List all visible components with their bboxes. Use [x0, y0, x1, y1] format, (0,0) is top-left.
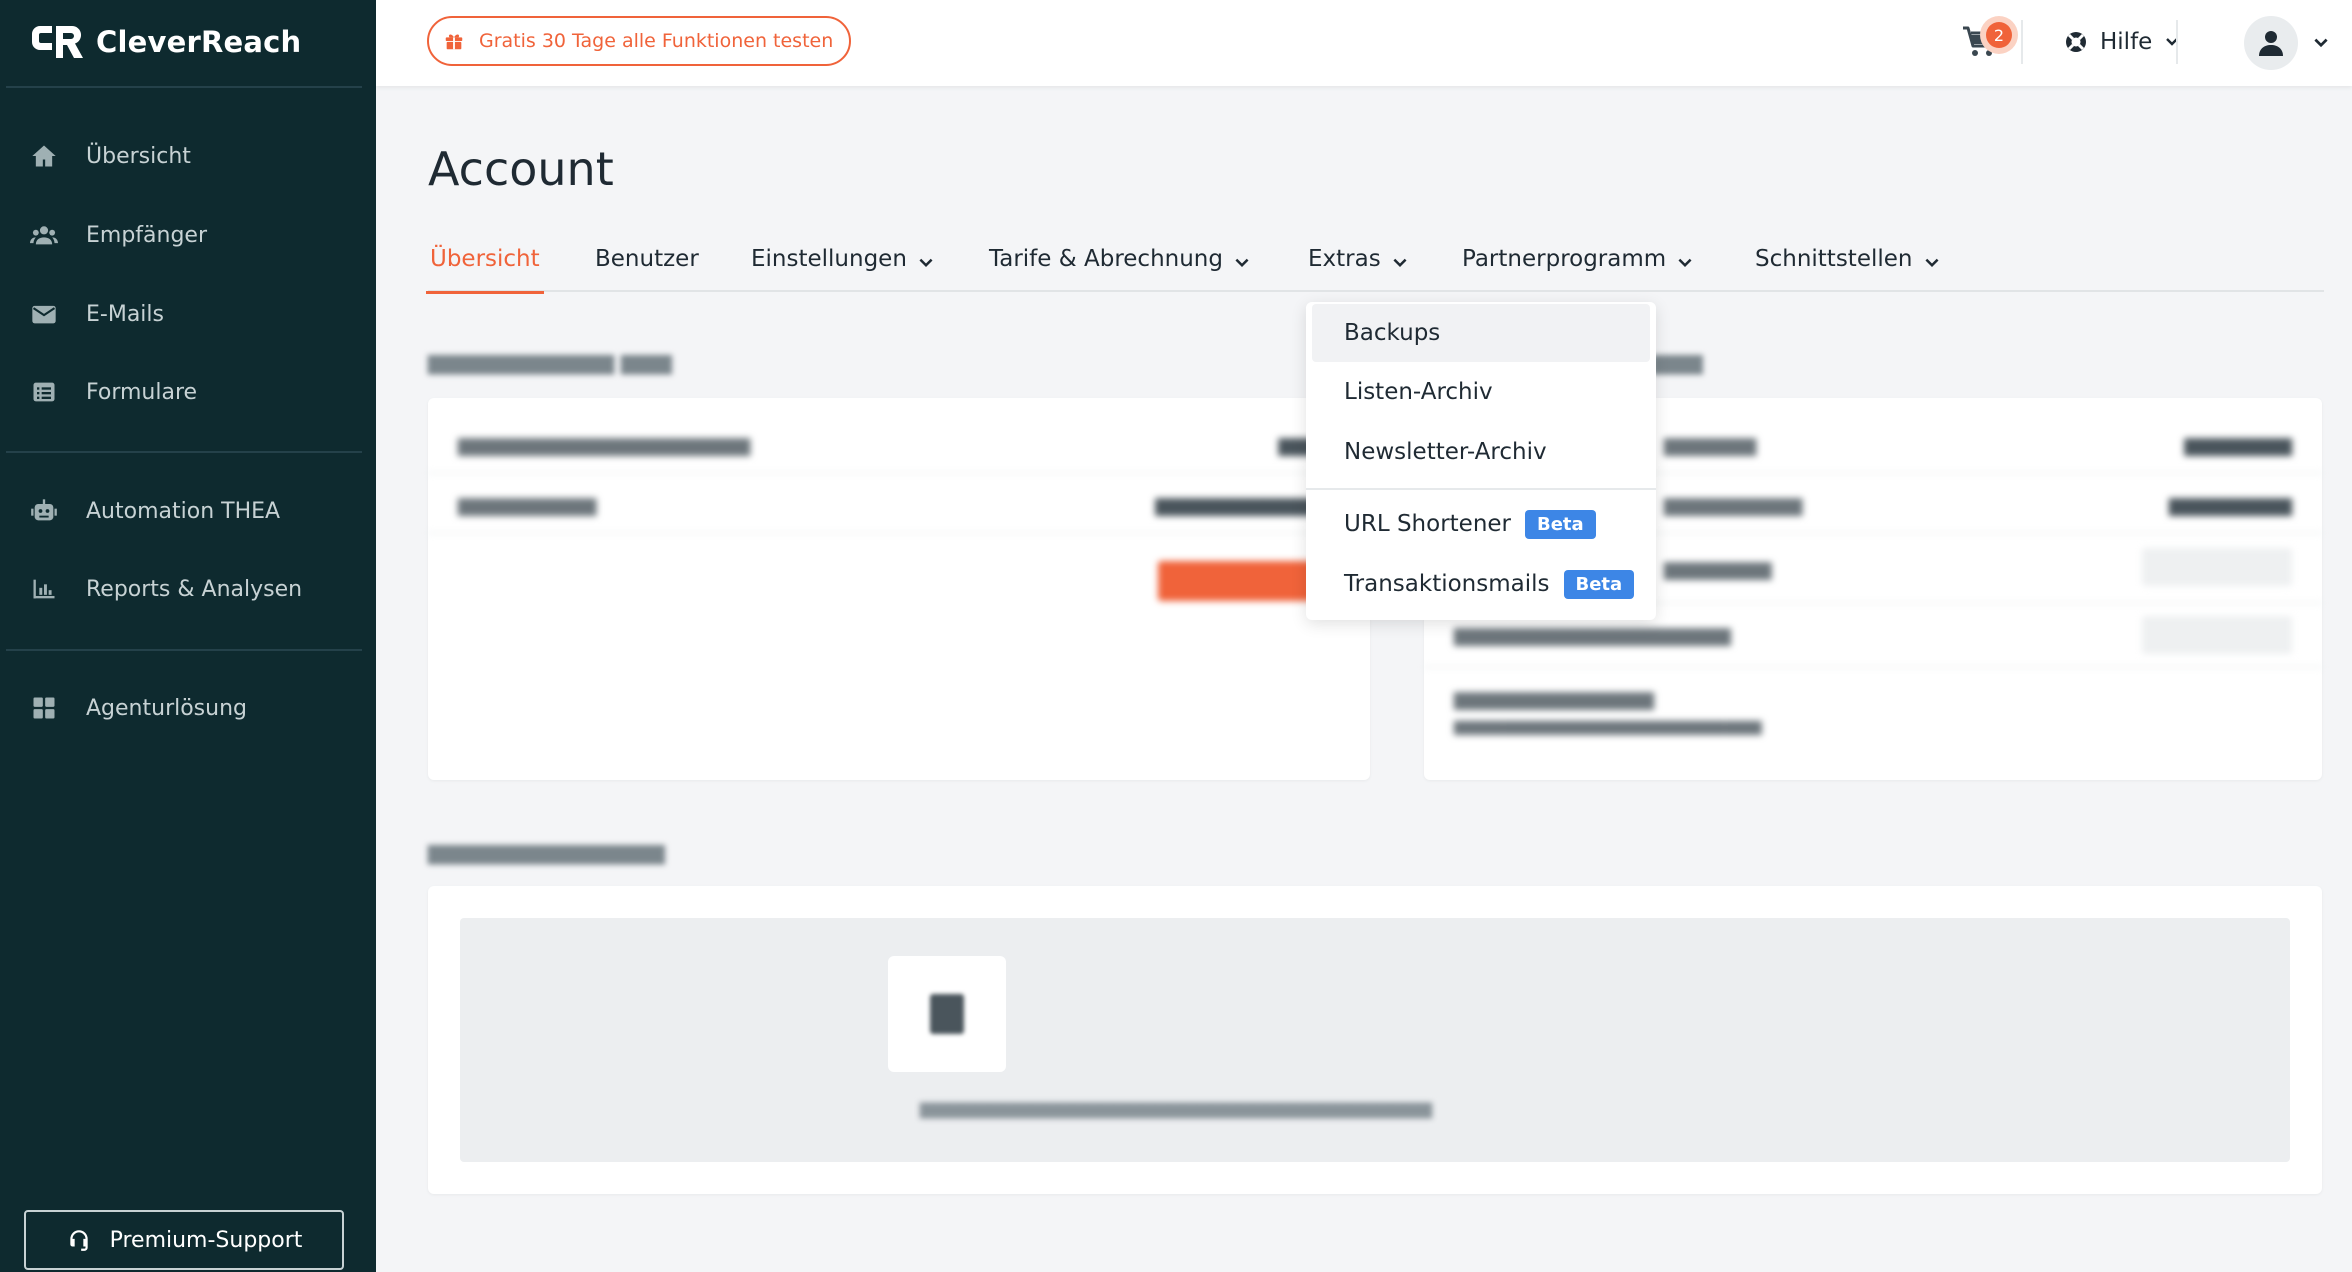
headset-icon [69, 1230, 88, 1251]
tab-label: Schnittstellen [1755, 246, 1913, 272]
page-title: Account [428, 142, 614, 196]
sidebar: CleverReach Übersicht Empfänger E-Mails … [0, 0, 376, 1272]
book-button-blurred[interactable] [2142, 548, 2292, 586]
sidebar-item-label: Formulare [86, 379, 198, 405]
sidebar-divider [6, 451, 362, 453]
tab-extras[interactable]: Extras [1308, 240, 1409, 292]
cart-count-badge: 2 [1980, 16, 2018, 54]
trial-button[interactable]: Gratis 30 Tage alle Funktionen testen [427, 16, 852, 66]
tab-einstellungen[interactable]: Einstellungen [751, 240, 935, 292]
sidebar-item-emails[interactable]: E-Mails [28, 298, 164, 330]
envelope-icon [28, 298, 60, 330]
account-tabs: Übersicht Benutzer Einstellungen Tarife … [426, 240, 2324, 294]
menu-divider [1306, 488, 1656, 490]
sidebar-item-reports-analysen[interactable]: Reports & Analysen [28, 573, 302, 605]
tab-label: Einstellungen [751, 246, 907, 272]
beta-badge: Beta [1525, 509, 1596, 539]
beta-badge: Beta [1563, 569, 1635, 599]
menu-item-label: Newsletter-Archiv [1344, 439, 1547, 465]
tab-label: Extras [1308, 246, 1381, 272]
menu-item-transaktionsmails[interactable]: Transaktionsmails Beta [1312, 555, 1650, 613]
lifebuoy-icon [2066, 32, 2086, 52]
chevron-down-icon [1393, 258, 1407, 268]
sidebar-item-formulare[interactable]: Formulare [28, 376, 197, 408]
sidebar-item-automation-thea[interactable]: Automation THEA [28, 495, 280, 527]
cart-button[interactable]: 2 [1958, 14, 2018, 70]
section-label-blurred: ▆▆▆▆▆▆▆▆▆▆▆ ▆▆▆ [428, 350, 672, 375]
menu-item-backups[interactable]: Backups [1312, 304, 1650, 362]
tab-label: Benutzer [595, 246, 699, 272]
document-icon [888, 956, 1006, 1072]
menu-item-listen-archiv[interactable]: Listen-Archiv [1312, 363, 1650, 421]
sidebar-item-label: Automation THEA [86, 498, 281, 524]
tab-benutzer[interactable]: Benutzer [595, 240, 699, 292]
section-label-blurred: ▆▆▆▆▆▆▆▆▆▆▆▆▆▆ [428, 840, 665, 865]
tariff-button-blurred[interactable] [1158, 561, 1318, 601]
gift-icon [445, 34, 463, 50]
extras-dropdown-menu: Backups Listen-Archiv Newsletter-Archiv … [1306, 302, 1656, 620]
tab-schnittstellen[interactable]: Schnittstellen [1755, 240, 1941, 292]
book-button-blurred[interactable] [2142, 616, 2292, 654]
table-row: ▆▆▆▆▆▆▆▆▆▆▆▆▆ ▆▆▆▆▆▆▆▆▆▆▆▆▆▆▆▆▆▆▆▆▆▆▆▆▆ [1454, 686, 1762, 735]
top-bar: Gratis 30 Tage alle Funktionen testen 2 … [376, 0, 2352, 86]
chevron-down-icon [1678, 258, 1692, 268]
chevron-down-icon [1235, 258, 1249, 268]
premium-support-label: Premium-Support [109, 1227, 303, 1253]
menu-item-url-shortener[interactable]: URL Shortener Beta [1312, 495, 1650, 553]
avatar [2244, 16, 2298, 70]
sidebar-item-agenturloesung[interactable]: Agenturlösung [28, 692, 247, 724]
sidebar-item-label: Agenturlösung [86, 695, 247, 721]
menu-item-label: Listen-Archiv [1344, 379, 1493, 405]
sidebar-item-label: E-Mails [86, 301, 164, 327]
cleverreach-logo-icon [30, 22, 86, 62]
tab-partnerprogramm[interactable]: Partnerprogramm [1462, 240, 1694, 292]
trial-label: Gratis 30 Tage alle Funktionen testen [479, 30, 834, 52]
user-icon [2259, 31, 2283, 56]
chevron-down-icon [2314, 38, 2328, 48]
home-icon [28, 140, 60, 172]
sidebar-item-empfaenger[interactable]: Empfänger [28, 219, 207, 251]
invoices-empty-state [460, 918, 2290, 1162]
cleverreach-logo[interactable]: CleverReach [30, 22, 301, 62]
topbar-divider [2176, 20, 2178, 64]
invoices-card [428, 886, 2322, 1194]
sidebar-item-label: Empfänger [86, 222, 208, 248]
section-label-blurred: ▆▆▆ [1652, 350, 1703, 375]
sidebar-item-uebersicht[interactable]: Übersicht [28, 140, 191, 172]
menu-item-newsletter-archiv[interactable]: Newsletter-Archiv [1312, 423, 1650, 481]
chevron-down-icon [919, 258, 933, 268]
cart-count: 2 [1986, 22, 2012, 48]
tab-label: Partnerprogramm [1462, 246, 1667, 272]
tab-uebersicht[interactable]: Übersicht [426, 240, 544, 294]
form-icon [28, 376, 60, 408]
sidebar-divider [6, 649, 362, 651]
menu-item-label: URL Shortener [1344, 511, 1511, 537]
sidebar-item-label: Reports & Analysen [86, 576, 303, 602]
table-row: ▆▆▆▆▆▆▆▆▆ ▆▆▆▆▆▆▆▆▆▆▆▆ [428, 474, 1370, 534]
user-menu-button[interactable] [2244, 16, 2330, 70]
tab-tarife-abrechnung[interactable]: Tarife & Abrechnung [989, 240, 1251, 292]
empty-state-text-blurred: ▆▆▆▆▆▆▆▆▆▆▆▆▆▆▆▆▆▆▆▆▆▆▆▆▆▆▆▆▆▆▆▆▆▆▆▆▆ [919, 1098, 1433, 1119]
sidebar-divider [6, 86, 362, 88]
help-label: Hilfe [2100, 29, 2153, 55]
premium-support-button[interactable]: Premium-Support [24, 1210, 344, 1270]
grid-icon [28, 692, 60, 724]
users-icon [28, 219, 60, 251]
help-menu-button[interactable]: Hilfe [2064, 22, 2180, 62]
sidebar-item-label: Übersicht [86, 143, 191, 169]
menu-item-label: Backups [1344, 320, 1441, 346]
table-row: ▆▆▆▆▆▆▆▆▆▆▆▆▆▆▆▆▆▆▆▆▆▆▆ [428, 414, 1370, 474]
topbar-divider [2021, 20, 2023, 64]
bar-chart-icon [28, 573, 60, 605]
menu-item-label: Transaktionsmails [1344, 571, 1550, 597]
brand-name: CleverReach [96, 25, 302, 59]
tab-label: Tarife & Abrechnung [989, 246, 1223, 272]
tariff-card: ▆▆▆▆▆▆▆▆▆▆▆▆▆▆▆▆▆▆▆ ▆▆▆▆ ▆▆▆▆▆ ▆▆▆▆▆▆▆▆▆▆▆… [428, 398, 1370, 780]
tab-label: Übersicht [430, 246, 540, 272]
robot-icon [28, 495, 60, 527]
chevron-down-icon [1924, 258, 1939, 268]
